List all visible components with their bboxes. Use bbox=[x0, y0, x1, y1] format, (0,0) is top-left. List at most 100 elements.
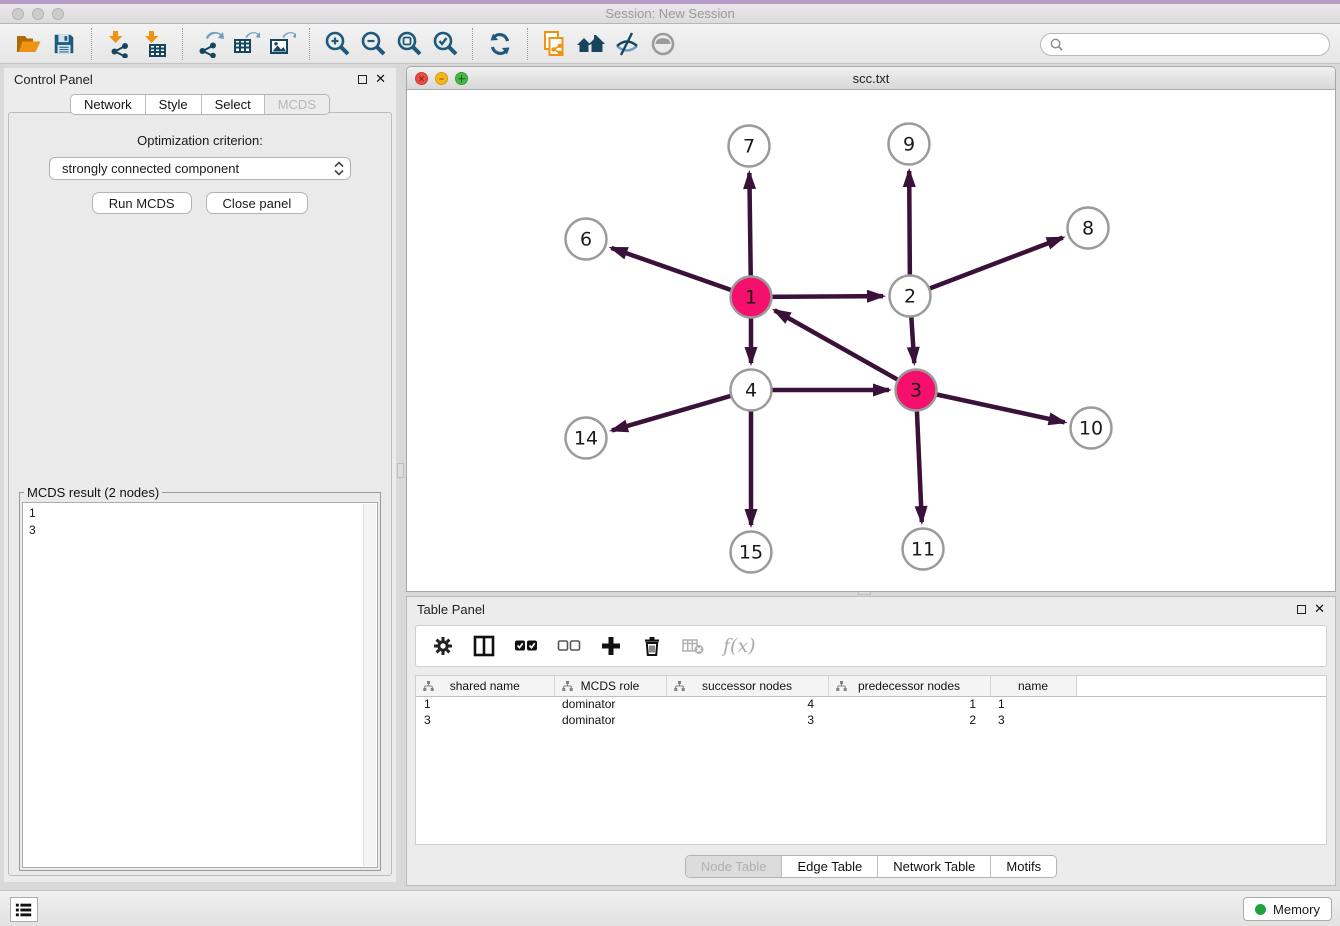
function-builder-icon[interactable]: f(x) bbox=[723, 631, 756, 661]
tab-mcds[interactable]: MCDS bbox=[265, 95, 329, 114]
list-icon bbox=[14, 901, 34, 919]
task-history-button[interactable] bbox=[10, 897, 38, 922]
table-cell[interactable]: 1 bbox=[990, 696, 1076, 712]
copy-network-icon[interactable] bbox=[537, 27, 573, 61]
show-column-icon[interactable] bbox=[473, 631, 495, 661]
table-cell[interactable]: 2 bbox=[828, 712, 990, 728]
column-sort-icon bbox=[423, 681, 434, 692]
float-panel-icon[interactable] bbox=[358, 75, 367, 84]
column-sort-icon bbox=[836, 681, 847, 692]
tab-select[interactable]: Select bbox=[202, 95, 265, 114]
float-table-panel-icon[interactable] bbox=[1297, 605, 1306, 614]
node-label: 11 bbox=[911, 539, 935, 561]
refresh-layout-icon[interactable] bbox=[482, 27, 518, 61]
select-stepper-icon bbox=[334, 161, 344, 176]
table-cell[interactable]: 3 bbox=[990, 712, 1076, 728]
table-toolbar: f(x) bbox=[415, 625, 1327, 667]
tab-edge-table[interactable]: Edge Table bbox=[782, 856, 878, 877]
column-header-name[interactable]: name bbox=[990, 676, 1076, 696]
search-field[interactable] bbox=[1040, 33, 1330, 56]
network-window-titlebar[interactable]: ✕ − ＋ scc.txt bbox=[407, 67, 1335, 90]
tab-motifs[interactable]: Motifs bbox=[991, 856, 1056, 877]
zoom-selected-icon[interactable] bbox=[427, 27, 463, 61]
mcds-result-text[interactable]: 13 bbox=[22, 502, 378, 868]
hide-selected-icon[interactable] bbox=[609, 27, 645, 61]
edge-1-6[interactable] bbox=[611, 248, 751, 297]
column-header-shared-name[interactable]: shared name bbox=[416, 676, 554, 696]
delete-row-icon[interactable] bbox=[641, 631, 663, 661]
zoom-fit-icon[interactable] bbox=[391, 27, 427, 61]
result-scrollbar[interactable] bbox=[363, 504, 376, 866]
edge-2-8[interactable] bbox=[910, 238, 1063, 296]
result-line: 3 bbox=[29, 522, 371, 539]
save-session-icon[interactable] bbox=[46, 27, 82, 61]
table-row[interactable]: 3dominator323 bbox=[416, 712, 1326, 728]
export-table-icon[interactable] bbox=[228, 27, 264, 61]
memory-button[interactable]: Memory bbox=[1243, 897, 1332, 921]
close-panel-icon[interactable]: ✕ bbox=[375, 74, 386, 84]
node-label: 1 bbox=[745, 287, 757, 309]
vertical-splitter-handle[interactable] bbox=[397, 463, 404, 478]
table-cell[interactable]: 1 bbox=[416, 696, 554, 712]
window-titlebar: Session: New Session bbox=[0, 0, 1340, 24]
export-image-icon[interactable] bbox=[264, 27, 300, 61]
table-cell[interactable]: 3 bbox=[416, 712, 554, 728]
tab-node-table[interactable]: Node Table bbox=[686, 856, 783, 877]
table-cell[interactable]: dominator bbox=[554, 696, 666, 712]
import-table-icon[interactable] bbox=[137, 27, 173, 61]
control-panel: Control Panel ✕ Network Style Select MCD… bbox=[4, 68, 396, 882]
table-panel-title: Table Panel bbox=[417, 602, 485, 617]
select-all-icon[interactable] bbox=[514, 631, 538, 661]
node-label: 15 bbox=[739, 542, 763, 564]
table-cell[interactable]: dominator bbox=[554, 712, 666, 728]
table-row[interactable]: 1dominator411 bbox=[416, 696, 1326, 712]
deselect-all-icon[interactable] bbox=[557, 631, 581, 661]
search-input[interactable] bbox=[1064, 36, 1329, 54]
column-header-predecessor-nodes[interactable]: predecessor nodes bbox=[828, 676, 990, 696]
network-canvas[interactable]: 1234678910111415 bbox=[407, 90, 1335, 591]
close-panel-button[interactable]: Close panel bbox=[206, 192, 309, 214]
column-header-successor-nodes[interactable]: successor nodes bbox=[666, 676, 828, 696]
zoom-in-icon[interactable] bbox=[319, 27, 355, 61]
network-graph: 1234678910111415 bbox=[407, 90, 1335, 591]
node-label: 6 bbox=[580, 229, 592, 251]
node-label: 7 bbox=[743, 136, 755, 158]
edge-3-1[interactable] bbox=[775, 310, 916, 390]
run-mcds-button[interactable]: Run MCDS bbox=[92, 192, 192, 214]
table-cell-filler bbox=[1076, 712, 1326, 728]
tab-network[interactable]: Network bbox=[71, 95, 146, 114]
tab-style[interactable]: Style bbox=[146, 95, 202, 114]
node-label: 14 bbox=[574, 428, 598, 450]
column-header-MCDS-role[interactable]: MCDS role bbox=[554, 676, 666, 696]
import-network-icon[interactable] bbox=[101, 27, 137, 61]
node-label: 9 bbox=[903, 134, 915, 156]
control-panel-title: Control Panel bbox=[14, 72, 93, 87]
main-toolbar bbox=[0, 24, 1340, 64]
toolbar-separator bbox=[182, 28, 183, 60]
result-line: 1 bbox=[29, 505, 371, 522]
table-cell[interactable]: 1 bbox=[828, 696, 990, 712]
tab-network-table[interactable]: Network Table bbox=[878, 856, 991, 877]
table-cell[interactable]: 3 bbox=[666, 712, 828, 728]
table-cell[interactable]: 4 bbox=[666, 696, 828, 712]
show-all-icon[interactable] bbox=[645, 27, 681, 61]
column-header-filler bbox=[1076, 676, 1326, 696]
node-table-container: shared nameMCDS rolesuccessor nodesprede… bbox=[415, 675, 1327, 845]
close-table-panel-icon[interactable]: ✕ bbox=[1314, 604, 1325, 614]
return-home-icon[interactable] bbox=[573, 27, 609, 61]
node-label: 2 bbox=[904, 286, 916, 308]
search-icon bbox=[1049, 37, 1064, 52]
mcds-result-title: MCDS result (2 nodes) bbox=[24, 485, 162, 500]
table-options-icon[interactable] bbox=[432, 631, 454, 661]
export-network-icon[interactable] bbox=[192, 27, 228, 61]
zoom-out-icon[interactable] bbox=[355, 27, 391, 61]
criterion-select[interactable]: strongly connected component bbox=[49, 157, 351, 180]
edge-3-10[interactable] bbox=[916, 390, 1065, 422]
add-row-icon[interactable] bbox=[600, 631, 622, 661]
toolbar-separator bbox=[91, 28, 92, 60]
open-session-icon[interactable] bbox=[10, 27, 46, 61]
delete-column-icon[interactable] bbox=[682, 631, 704, 661]
column-sort-icon bbox=[674, 681, 685, 692]
toolbar-separator bbox=[309, 28, 310, 60]
node-label: 10 bbox=[1079, 418, 1103, 440]
